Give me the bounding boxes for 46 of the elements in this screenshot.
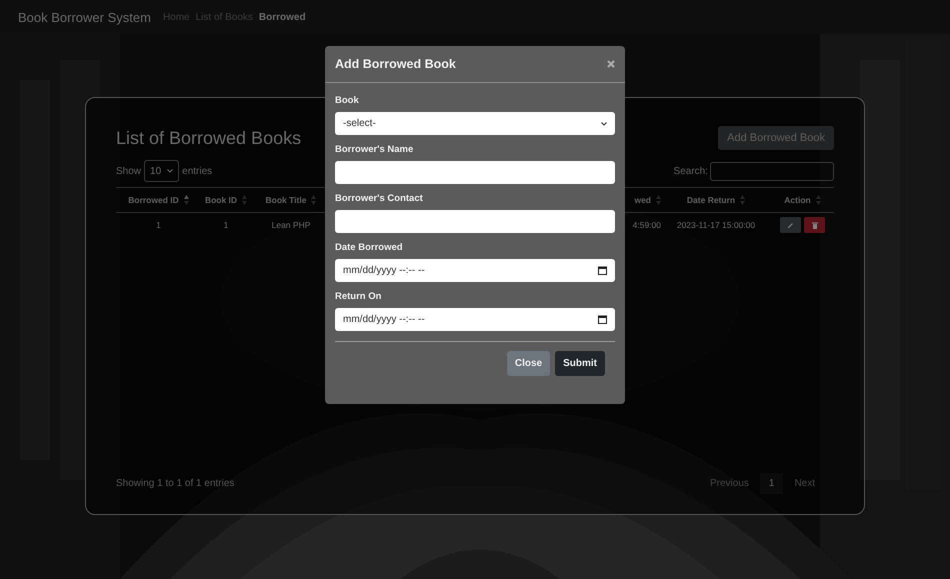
brand-title: Book Borrower System	[18, 10, 151, 24]
delete-button[interactable]	[804, 217, 825, 233]
modal-button[interactable]: Submit	[555, 351, 605, 376]
add-borrowed-book-button[interactable]: Add Borrowed Book	[718, 126, 834, 150]
column-header[interactable]: Book ID	[204, 195, 238, 205]
input-field[interactable]	[335, 161, 615, 184]
book-select[interactable]: -select-	[335, 112, 615, 135]
calendar-icon[interactable]	[598, 266, 607, 275]
entries-info: Showing 1 to 1 of 1 entries	[116, 478, 234, 489]
column-header[interactable]: Borrowed ID	[128, 195, 179, 205]
modal-title: Add Borrowed Book	[335, 57, 456, 71]
next-link[interactable]: Next	[785, 473, 824, 494]
page-link[interactable]: 1	[760, 473, 784, 494]
previous-link[interactable]: Previous	[700, 473, 758, 494]
calendar-icon[interactable]	[598, 315, 607, 324]
table-cell: 4:59:00	[632, 220, 661, 230]
card-title: List of Borrowed Books	[116, 128, 302, 148]
entries-label: entries	[182, 166, 212, 176]
entries-select[interactable]: 10	[144, 160, 180, 182]
trash-icon	[812, 222, 818, 228]
field-label: Return On	[335, 291, 382, 302]
column-header[interactable]: Date Return	[686, 195, 736, 205]
field-label: Borrower's Contact	[335, 193, 424, 204]
date-field[interactable]: mm/dd/yyyy --:-- --	[335, 259, 615, 282]
chevron-down-icon	[601, 122, 607, 126]
edit-button[interactable]	[780, 217, 801, 233]
field-label: Book	[335, 95, 360, 106]
pencil-icon	[787, 222, 794, 228]
column-header[interactable]: wed	[634, 195, 651, 205]
table-cell: 1	[224, 220, 228, 230]
nav-link[interactable]: Borrowed	[258, 12, 306, 22]
table-cell: 2023-11-17 15:00:00	[676, 220, 756, 230]
column-header[interactable]: Action	[784, 195, 811, 205]
input-field[interactable]	[335, 210, 615, 233]
modal-button[interactable]: Close	[506, 351, 550, 376]
table-cell: 1	[156, 220, 161, 230]
search-field[interactable]	[710, 162, 834, 180]
table-cell: Lean PHP	[272, 220, 310, 230]
column-header[interactable]: Book Title	[266, 195, 306, 205]
field-label: Borrower's Name	[335, 144, 414, 155]
search-label: Search:	[674, 166, 708, 176]
close-icon[interactable]	[607, 60, 615, 68]
chevron-down-icon	[167, 169, 174, 173]
date-field[interactable]: mm/dd/yyyy --:-- --	[335, 308, 615, 331]
show-label: Show	[116, 166, 142, 176]
field-label: Date Borrowed	[335, 242, 404, 253]
